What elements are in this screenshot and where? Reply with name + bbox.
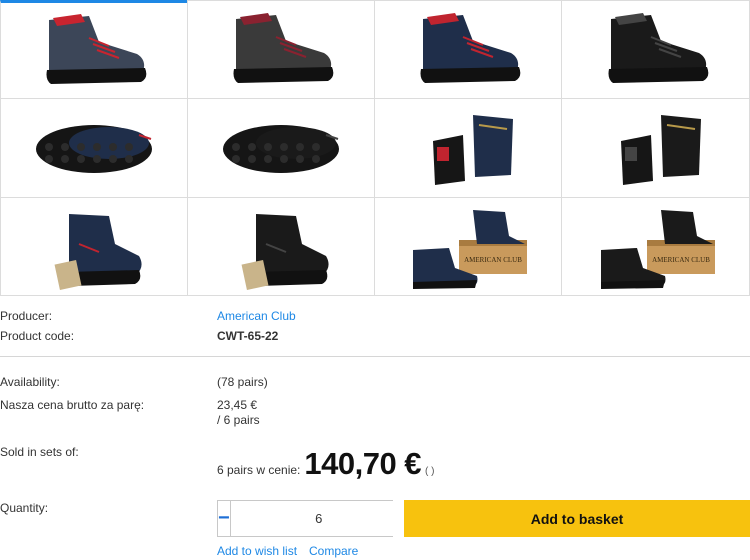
- product-thumbnail[interactable]: [0, 197, 188, 296]
- product-thumbnail[interactable]: AMERICAN CLUB: [561, 197, 750, 296]
- boot-image: [241, 213, 329, 290]
- quantity-decrease-button[interactable]: −: [218, 501, 231, 536]
- producer-label: Producer:: [0, 309, 53, 323]
- sets-price-row: 6 pairs w cenie: 140,70 € ( ): [217, 446, 435, 482]
- svg-text:AMERICAN CLUB: AMERICAN CLUB: [652, 256, 710, 264]
- sets-suffix: ( ): [425, 466, 435, 477]
- product-thumbnail[interactable]: [0, 98, 188, 198]
- sets-prefix: 6 pairs w cenie:: [217, 463, 301, 477]
- product-thumbnail[interactable]: AMERICAN CLUB: [374, 197, 562, 296]
- product-thumbnail[interactable]: [561, 0, 750, 99]
- price-unit: / 6 pairs: [217, 413, 260, 427]
- quantity-input[interactable]: [230, 501, 407, 536]
- product-gallery: AMERICAN CLUB AMERICAN CLUB: [0, 0, 750, 296]
- sets-total-price: 140,70 €: [304, 446, 422, 481]
- boot-image: [46, 13, 147, 84]
- boot-image: [233, 12, 334, 83]
- boot-image: [54, 213, 142, 290]
- product-code-value: CWT-65-22: [217, 329, 279, 343]
- svg-text:AMERICAN CLUB: AMERICAN CLUB: [464, 256, 522, 264]
- sets-label: Sold in sets of:: [0, 445, 79, 459]
- price-per-pair-value: 23,45 €: [217, 398, 258, 412]
- product-thumbnail[interactable]: [374, 0, 562, 99]
- add-to-wish-list-link[interactable]: Add to wish list: [217, 544, 297, 558]
- boot-image: [223, 125, 339, 173]
- quantity-label: Quantity:: [0, 501, 49, 515]
- producer-link[interactable]: American Club: [217, 309, 296, 323]
- quantity-stepper: − +: [217, 500, 420, 537]
- product-thumbnail[interactable]: [561, 98, 750, 198]
- boot-image: [433, 115, 513, 185]
- boot-image: [420, 12, 521, 83]
- boot-image: [620, 115, 701, 185]
- add-to-basket-button[interactable]: Add to basket: [404, 500, 750, 537]
- boot-image: [36, 125, 152, 173]
- boot-image: AMERICAN CLUB: [600, 209, 715, 289]
- boot-image: [608, 12, 708, 83]
- divider: [0, 356, 750, 357]
- compare-link[interactable]: Compare: [309, 544, 358, 558]
- availability-value: (78 pairs): [217, 375, 268, 389]
- availability-label: Availability:: [0, 375, 60, 389]
- product-code-label: Product code:: [0, 329, 75, 343]
- product-thumbnail[interactable]: [187, 0, 375, 99]
- product-thumbnail[interactable]: [374, 98, 562, 198]
- boot-image: AMERICAN CLUB: [413, 209, 527, 289]
- price-per-pair-label: Nasza cena brutto za parę:: [0, 398, 145, 412]
- product-thumbnail[interactable]: [187, 98, 375, 198]
- product-thumbnail[interactable]: [0, 0, 188, 99]
- product-thumbnail[interactable]: [187, 197, 375, 296]
